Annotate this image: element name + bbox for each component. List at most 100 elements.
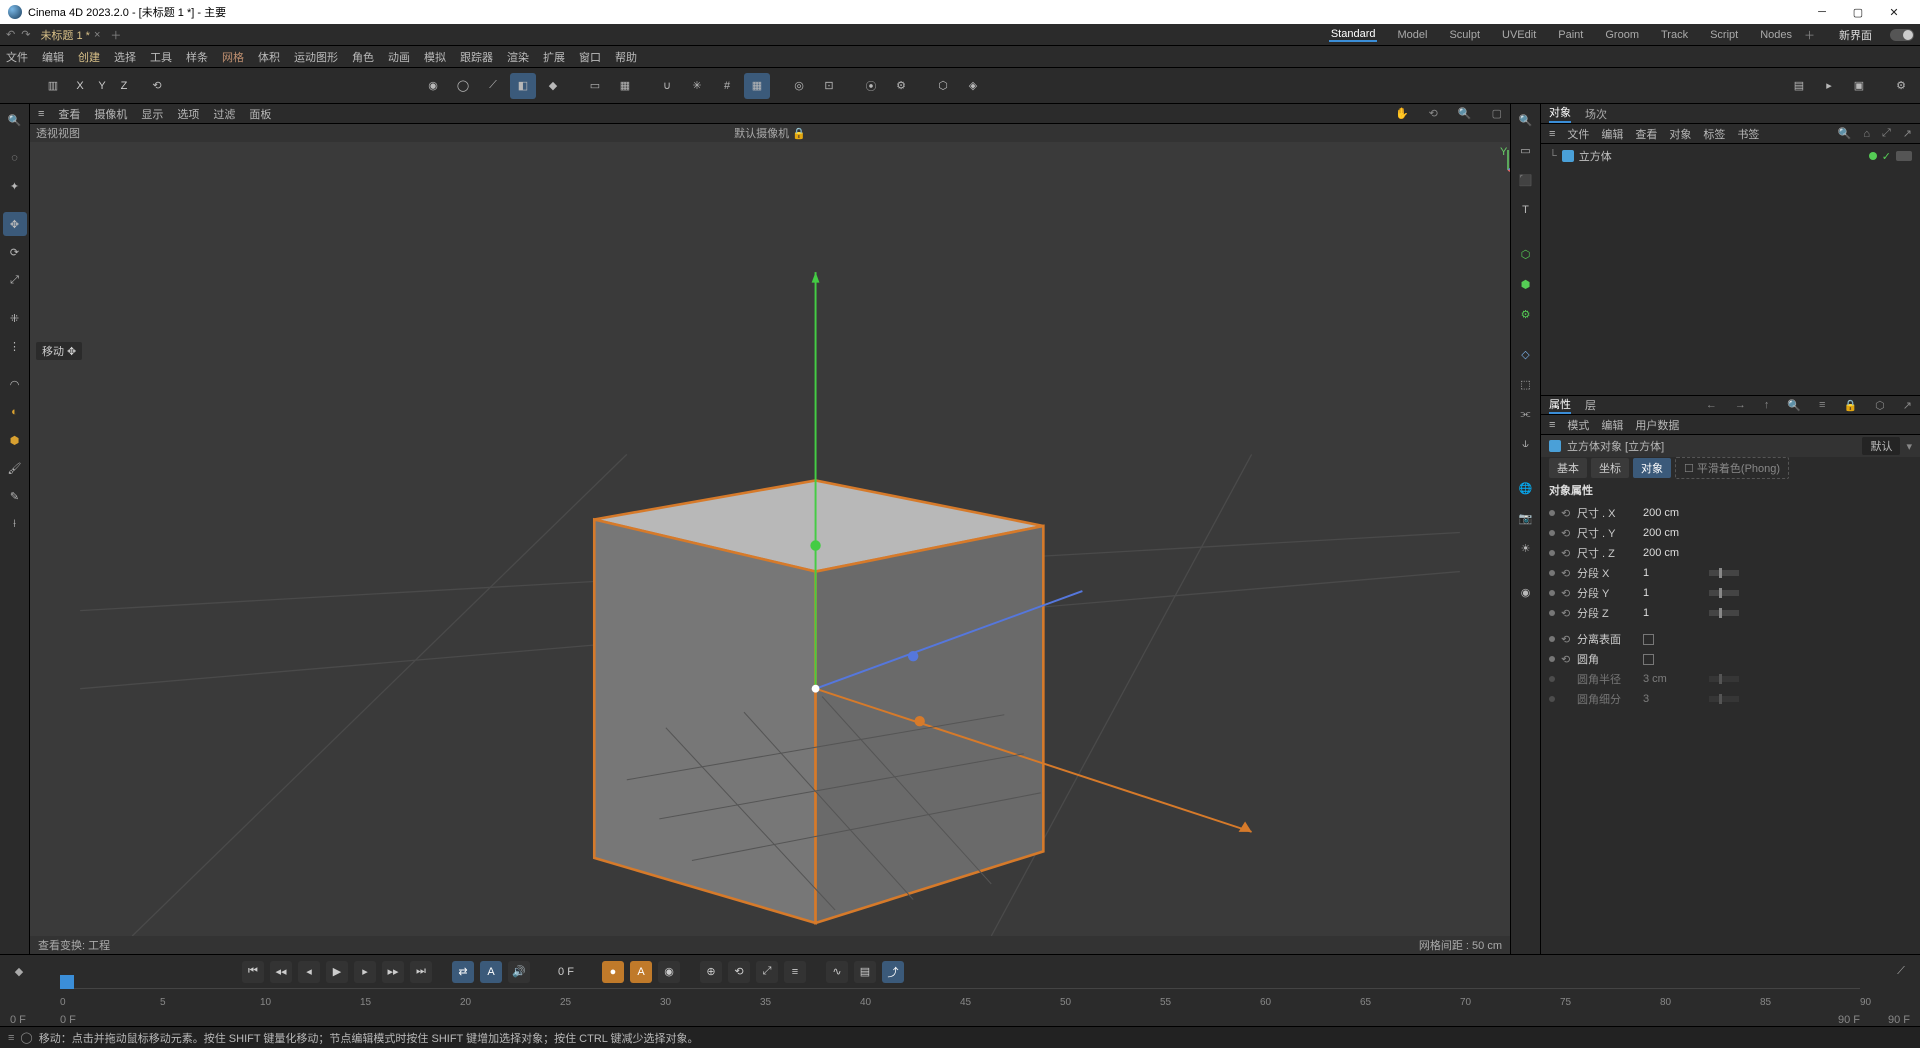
property-value-field[interactable]: 1	[1643, 567, 1703, 579]
asset-browser-icon[interactable]: 🔍	[1514, 108, 1538, 132]
prev-frame-button[interactable]: ◂	[298, 961, 320, 983]
panel-action-icon[interactable]: ⌂	[1863, 128, 1870, 140]
preview-start-field[interactable]: 0 F	[10, 1014, 60, 1026]
preset-menu-icon[interactable]: ▾	[1906, 440, 1912, 453]
camera-icon[interactable]: 📷	[1514, 506, 1538, 530]
gear-settings-icon[interactable]: ⚙	[1514, 302, 1538, 326]
attr-nav-icon[interactable]: ≡	[1819, 399, 1825, 411]
property-checkbox[interactable]	[1643, 634, 1654, 645]
viewport-menu-item[interactable]: 选项	[177, 106, 199, 122]
viewport-nav-icon[interactable]: ▢	[1492, 107, 1502, 120]
menu-item[interactable]: 文件	[6, 49, 28, 65]
property-value-field[interactable]: 200 cm	[1643, 527, 1703, 539]
magnet-icon[interactable]: ∪	[654, 73, 680, 99]
frame-icon[interactable]: ▭	[1514, 138, 1538, 162]
viewport-nav-icon[interactable]: ⟲	[1429, 107, 1438, 120]
menu-item[interactable]: 窗口	[579, 49, 601, 65]
anim-bullet-icon[interactable]	[1549, 656, 1555, 662]
anim-bullet-icon[interactable]	[1549, 610, 1555, 616]
move-tool-icon[interactable]: ✥	[3, 212, 27, 236]
spline-icon[interactable]: ⟋	[480, 73, 506, 99]
pen-tool-icon[interactable]: ✎	[3, 484, 27, 508]
axis-x-button[interactable]: X	[70, 80, 90, 92]
menu-item[interactable]: 工具	[150, 49, 172, 65]
render-active-icon[interactable]: ▣	[1846, 73, 1872, 99]
anim-bullet-icon[interactable]	[1549, 530, 1555, 536]
menu-item[interactable]: 渲染	[507, 49, 529, 65]
grid-icon[interactable]: #	[714, 73, 740, 99]
connect-icon[interactable]: ⫘	[1514, 402, 1538, 426]
sphere-icon[interactable]: ◯	[450, 73, 476, 99]
object-tab[interactable]: 对象	[1549, 104, 1571, 123]
autokey-button[interactable]: A	[630, 961, 652, 983]
attr-nav-icon[interactable]: ⬡	[1875, 399, 1885, 412]
viewport-menu-item[interactable]: 显示	[141, 106, 163, 122]
key-pos-button[interactable]: ⊕	[700, 961, 722, 983]
loop-button[interactable]: ⇄	[452, 961, 474, 983]
menu-item[interactable]: 扩展	[543, 49, 565, 65]
attribute-menu-item[interactable]: 用户数据	[1635, 417, 1679, 433]
rotate-key-icon[interactable]: ⟲	[1561, 607, 1571, 620]
panel-action-icon[interactable]: ⤢	[1882, 127, 1891, 140]
viewport-menu-item[interactable]: 过滤	[213, 106, 235, 122]
layout-tab-track[interactable]: Track	[1659, 29, 1690, 41]
anim-bullet-icon[interactable]	[1549, 570, 1555, 576]
anim-bullet-icon[interactable]	[1549, 550, 1555, 556]
object-tree-item[interactable]: └ 立方体 ✓	[1549, 148, 1912, 164]
generator-icon[interactable]: ◆	[540, 73, 566, 99]
window-minimize-button[interactable]: ─	[1804, 2, 1840, 22]
sound-button[interactable]: 🔊	[508, 961, 530, 983]
hamburger-icon[interactable]: ≡	[1549, 419, 1555, 431]
cube-preset-icon[interactable]: ⬛	[1514, 168, 1538, 192]
attr-subtab[interactable]: 坐标	[1591, 458, 1629, 478]
globe-icon[interactable]: 🌐	[1514, 476, 1538, 500]
viewport-nav-icon[interactable]: 🔍	[1458, 107, 1472, 120]
object-manager-icon[interactable]: ⬡	[930, 73, 956, 99]
points-mode-icon[interactable]: ⁜	[3, 306, 27, 330]
light-icon[interactable]: ☀	[1514, 536, 1538, 560]
hamburger-icon[interactable]: ≡	[38, 108, 44, 120]
timeline-graph-icon[interactable]: ⟋	[1890, 961, 1912, 983]
brush-select-icon[interactable]: ◠	[3, 372, 27, 396]
menu-item[interactable]: 样条	[186, 49, 208, 65]
object-menu-item[interactable]: 编辑	[1601, 126, 1623, 142]
property-value-field[interactable]: 1	[1643, 607, 1703, 619]
timeline-ruler[interactable]: 051015202530354045505560657075808590	[60, 988, 1860, 1014]
key-param-button[interactable]: ≡	[784, 961, 806, 983]
property-value-field[interactable]: 1	[1643, 587, 1703, 599]
rotate-key-icon[interactable]: ⟲	[1561, 653, 1571, 666]
undo-icon[interactable]: ↶	[6, 28, 15, 41]
property-slider[interactable]	[1709, 590, 1739, 596]
property-checkbox[interactable]	[1643, 654, 1654, 665]
playhead-marker[interactable]	[60, 975, 74, 989]
object-tab[interactable]: 场次	[1585, 106, 1607, 122]
cloner-icon[interactable]: ⬢	[1514, 272, 1538, 296]
axis-lock-icon[interactable]: ⟲	[144, 73, 170, 99]
material-manager-icon[interactable]: ◈	[960, 73, 986, 99]
text-icon[interactable]: T	[1514, 198, 1538, 222]
paint-tool-icon[interactable]: 🖌	[3, 456, 27, 480]
preset-dropdown[interactable]: 默认	[1862, 437, 1900, 455]
deformer-icon[interactable]: ◇	[1514, 342, 1538, 366]
visibility-dot-icon[interactable]	[1869, 152, 1877, 160]
attr-subtab-phong[interactable]: ☐ 平滑着色(Phong)	[1675, 457, 1789, 479]
nodes-icon[interactable]: ◉	[1514, 580, 1538, 604]
menu-item[interactable]: 创建	[78, 49, 100, 65]
primitive-cube-icon[interactable]: ◧	[510, 73, 536, 99]
attribute-tab[interactable]: 属性	[1549, 396, 1571, 414]
instance-icon[interactable]: ⬚	[1514, 372, 1538, 396]
redo-icon[interactable]: ↷	[21, 28, 30, 41]
render-settings-icon[interactable]: ⚙	[1888, 73, 1914, 99]
rotate-key-icon[interactable]: ⟲	[1561, 547, 1571, 560]
add-layout-button[interactable]: ＋	[1804, 27, 1815, 43]
info-icon[interactable]: ◯	[20, 1031, 32, 1044]
attribute-tab[interactable]: 层	[1585, 397, 1596, 413]
document-tab[interactable]: 未标题 1 * ×	[40, 27, 100, 43]
attr-nav-icon[interactable]: →	[1735, 399, 1746, 411]
dopesheet-button[interactable]: ▤	[854, 961, 876, 983]
layout-tab-groom[interactable]: Groom	[1603, 29, 1641, 41]
layout-tab-nodes[interactable]: Nodes	[1758, 29, 1794, 41]
axis-z-button[interactable]: Z	[114, 80, 134, 92]
next-key-button[interactable]: ▸▸	[382, 961, 404, 983]
key-rot-button[interactable]: ⟲	[728, 961, 750, 983]
